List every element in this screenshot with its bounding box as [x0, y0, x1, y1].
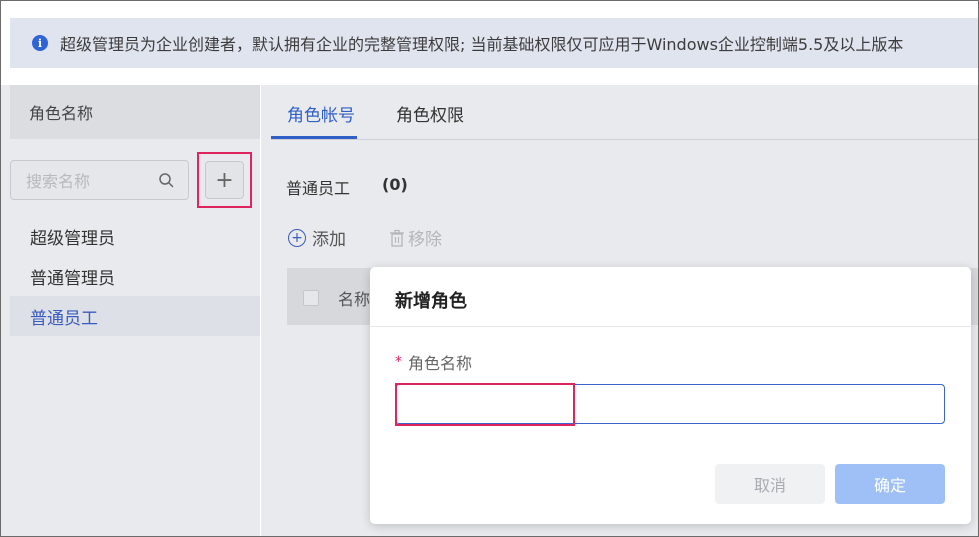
notice-bar: i 超级管理员为企业创建者，默认拥有企业的完整管理权限; 当前基础权限仅可应用于… — [10, 18, 978, 68]
role-sidebar: 角色名称 搜索名称 + 超级管理员 普通管理员 普通员工 — [1, 85, 260, 536]
remove-member-button[interactable]: 移除 — [389, 225, 442, 250]
cancel-button[interactable]: 取消 — [715, 464, 825, 504]
add-role-button[interactable]: + — [205, 161, 244, 199]
role-list: 超级管理员 普通管理员 普通员工 — [10, 216, 260, 336]
sidebar-header: 角色名称 — [10, 85, 260, 139]
circle-plus-icon: + — [288, 228, 306, 247]
tab-active-indicator — [271, 136, 357, 139]
role-name-label-text: 角色名称 — [408, 354, 473, 373]
search-placeholder: 搜索名称 — [26, 172, 91, 191]
add-member-button[interactable]: + 添加 — [288, 225, 346, 250]
role-item-super-admin[interactable]: 超级管理员 — [10, 216, 260, 256]
app-window: i 超级管理员为企业创建者，默认拥有企业的完整管理权限; 当前基础权限仅可应用于… — [0, 0, 979, 537]
add-member-label: 添加 — [312, 230, 346, 250]
group-title: 普通员工 — [286, 179, 351, 198]
trash-icon — [390, 229, 404, 247]
tab-bar: 角色帐号 角色权限 — [271, 85, 978, 140]
search-icon[interactable] — [158, 172, 174, 188]
role-name-input[interactable] — [396, 385, 944, 423]
role-item-admin[interactable]: 普通管理员 — [10, 256, 260, 296]
role-item-employee[interactable]: 普通员工 — [10, 296, 260, 336]
search-input[interactable]: 搜索名称 — [10, 160, 189, 200]
select-all-checkbox[interactable] — [303, 290, 319, 306]
role-name-label: * 角色名称 — [395, 350, 472, 374]
tab-role-permissions[interactable]: 角色权限 — [396, 101, 464, 126]
required-mark: * — [395, 354, 402, 370]
dialog-divider — [370, 326, 971, 327]
confirm-button[interactable]: 确定 — [835, 464, 945, 504]
column-name: 名称 — [338, 290, 371, 309]
dialog-title: 新增角色 — [395, 291, 467, 312]
group-count: (0) — [382, 175, 408, 194]
tab-role-accounts[interactable]: 角色帐号 — [287, 101, 355, 126]
notice-text: 超级管理员为企业创建者，默认拥有企业的完整管理权限; 当前基础权限仅可应用于Wi… — [60, 35, 904, 54]
remove-member-label: 移除 — [408, 230, 442, 250]
info-icon: i — [32, 35, 48, 51]
add-role-highlight: + — [197, 152, 252, 208]
role-name-field-wrapper — [395, 384, 945, 424]
add-role-dialog: 新增角色 * 角色名称 取消 确定 — [370, 267, 971, 524]
